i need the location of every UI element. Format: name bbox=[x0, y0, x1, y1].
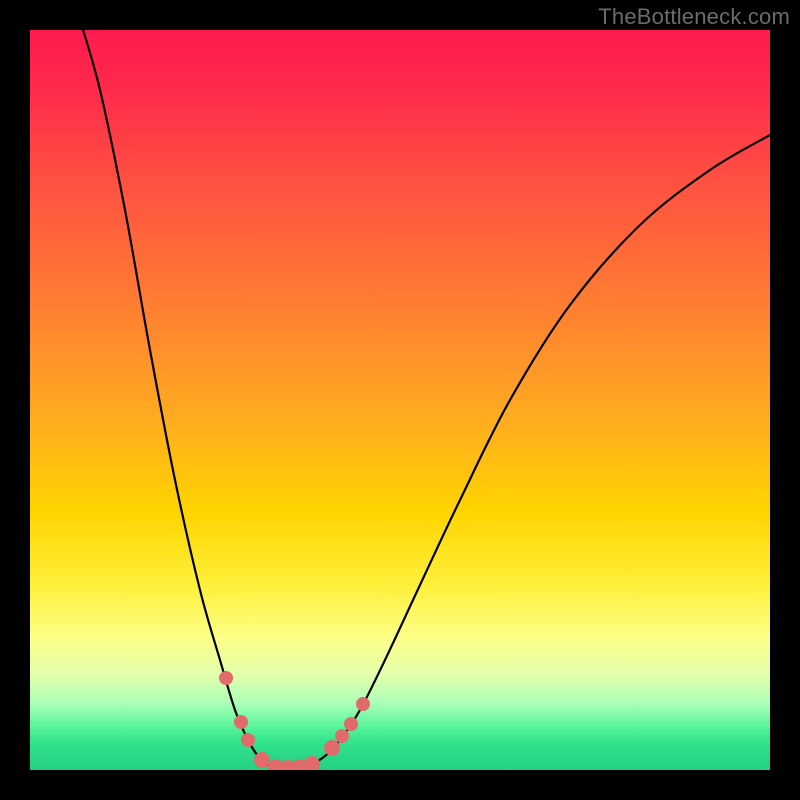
plot-area bbox=[30, 30, 770, 770]
heat-gradient-background bbox=[30, 30, 770, 770]
chart-frame: TheBottleneck.com bbox=[0, 0, 800, 800]
watermark-text: TheBottleneck.com bbox=[598, 4, 790, 30]
